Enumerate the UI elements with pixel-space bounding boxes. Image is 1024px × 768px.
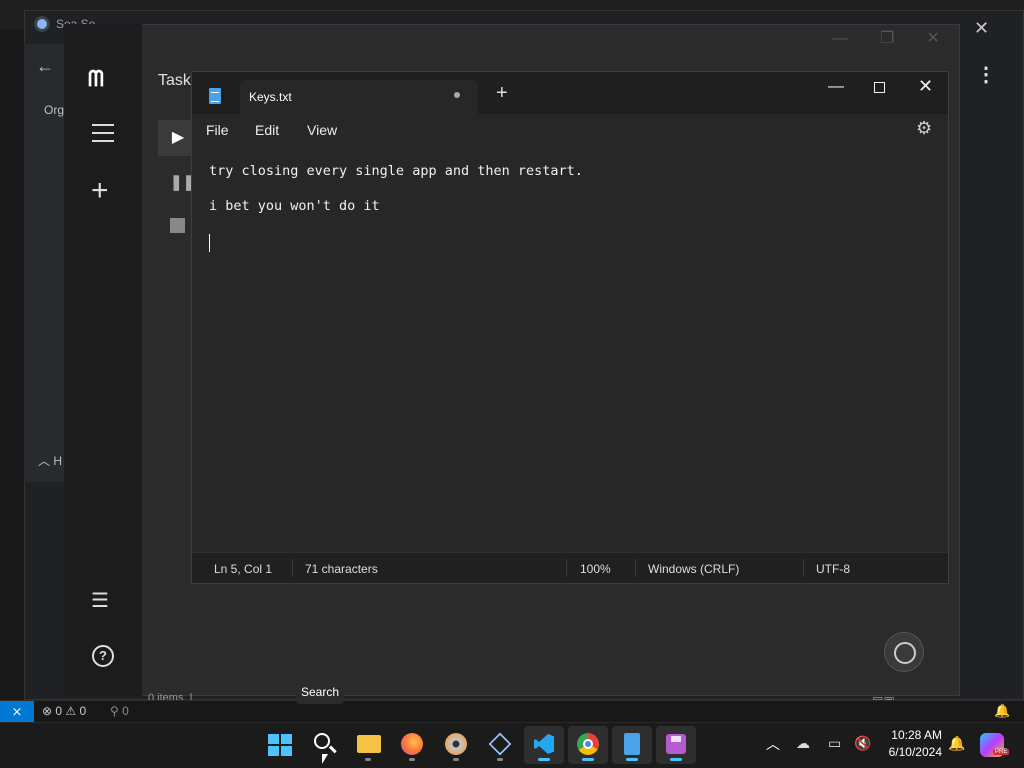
display-icon[interactable]: ▭ — [828, 735, 841, 752]
record-button[interactable] — [884, 632, 924, 672]
status-divider — [635, 559, 636, 577]
remote-indicator-icon[interactable]: ⨯ — [0, 701, 34, 723]
editor-line: try closing every single app and then re… — [209, 163, 583, 179]
floppy-icon — [666, 734, 686, 754]
add-icon[interactable]: + — [91, 174, 109, 208]
hamburger-menu-icon[interactable] — [92, 124, 114, 148]
cursor-position: Ln 5, Col 1 — [214, 562, 273, 576]
tasks-window-controls[interactable]: —❐✕ — [832, 28, 972, 48]
start-button[interactable] — [260, 726, 300, 764]
unsaved-indicator-icon[interactable] — [454, 92, 460, 98]
status-divider — [566, 559, 567, 577]
notepad-titlebar: Keys.txt + — ✕ — [192, 72, 948, 114]
zoom-level[interactable]: 100% — [580, 562, 611, 576]
taskbar-notepad[interactable] — [612, 726, 652, 764]
notifications-bell-icon[interactable]: 🔔 — [994, 703, 1010, 719]
notepad-statusbar: Ln 5, Col 1 71 characters 100% Windows (… — [192, 552, 948, 583]
maximize-icon[interactable] — [874, 82, 885, 93]
notepad-icon — [624, 733, 640, 755]
help-icon[interactable]: ? — [92, 645, 114, 667]
chrome-section-label: H — [53, 454, 63, 468]
sliders-icon[interactable]: ☰ — [91, 588, 109, 613]
stop-icon[interactable] — [170, 218, 185, 233]
windows-start-icon — [268, 734, 292, 756]
search-tooltip: Search — [296, 680, 344, 704]
chrome-org-label: Org — [44, 103, 65, 117]
taskbar-chrome[interactable] — [568, 726, 608, 764]
taskbar-virtualbox[interactable] — [480, 726, 520, 764]
ports-indicator[interactable]: ⚲ 0 — [110, 704, 129, 718]
firefox-icon — [401, 733, 423, 755]
chrome-icon — [577, 733, 599, 755]
problems-indicator[interactable]: ⊗ 0 ⚠ 0 — [42, 704, 86, 718]
status-divider — [803, 559, 804, 577]
notepad-tab[interactable]: Keys.txt — [240, 80, 478, 114]
folder-icon — [357, 735, 381, 753]
vscode-statusbar: ⨯ ⊗ 0 ⚠ 0 ⚲ 0 🔔 — [0, 700, 1024, 723]
mouse-cursor — [322, 754, 328, 764]
taskbar-file-explorer[interactable] — [348, 726, 388, 764]
search-icon — [314, 733, 330, 749]
notepad-tab-title: Keys.txt — [249, 90, 292, 104]
close-icon[interactable]: ✕ — [918, 76, 933, 97]
notepad-app-icon — [209, 88, 221, 104]
taskbar-media-app[interactable] — [436, 726, 476, 764]
new-tab-icon[interactable]: + — [496, 82, 508, 105]
gear-icon[interactable]: ⚙ — [916, 118, 932, 139]
encoding[interactable]: UTF-8 — [816, 562, 850, 576]
line-ending[interactable]: Windows (CRLF) — [648, 562, 739, 576]
tasks-logo-icon: ᗰ — [88, 66, 104, 91]
menu-file[interactable]: File — [206, 122, 229, 138]
clock-time[interactable]: 10:28 AM — [884, 728, 942, 742]
volume-muted-icon[interactable]: 🔇 — [854, 735, 871, 752]
tray-overflow-chevron-icon[interactable]: ︿ — [766, 734, 780, 754]
menu-edit[interactable]: Edit — [255, 122, 279, 138]
character-count: 71 characters — [305, 562, 378, 576]
notepad-window: Keys.txt + — ✕ File Edit View ⚙ try clos… — [191, 71, 949, 584]
pre-badge: PRE — [993, 749, 1010, 755]
taskbar-vscode[interactable] — [524, 726, 564, 764]
disc-icon — [445, 733, 467, 755]
chrome-tab-icon[interactable] — [34, 16, 50, 32]
chrome-close-icon[interactable]: ✕ — [974, 18, 989, 39]
status-divider — [292, 559, 293, 577]
back-arrow-icon[interactable]: ← — [36, 56, 54, 77]
clock-date[interactable]: 6/10/2024 — [884, 745, 942, 759]
chrome-section-toggle[interactable]: ︿ H — [38, 452, 62, 469]
taskbar-purple-app[interactable] — [656, 726, 696, 764]
vscode-icon — [534, 734, 554, 754]
taskbar-firefox[interactable] — [392, 726, 432, 764]
editor-line: i bet you won't do it — [209, 198, 380, 214]
minimize-icon[interactable]: — — [828, 78, 844, 96]
cube-icon — [488, 732, 512, 756]
menu-view[interactable]: View — [307, 122, 337, 138]
notifications-bell-icon[interactable]: 🔔 — [948, 735, 965, 752]
more-options-icon[interactable]: ⋮ — [976, 62, 996, 87]
onedrive-icon[interactable]: ☁ — [796, 735, 810, 752]
text-caret — [209, 234, 210, 252]
